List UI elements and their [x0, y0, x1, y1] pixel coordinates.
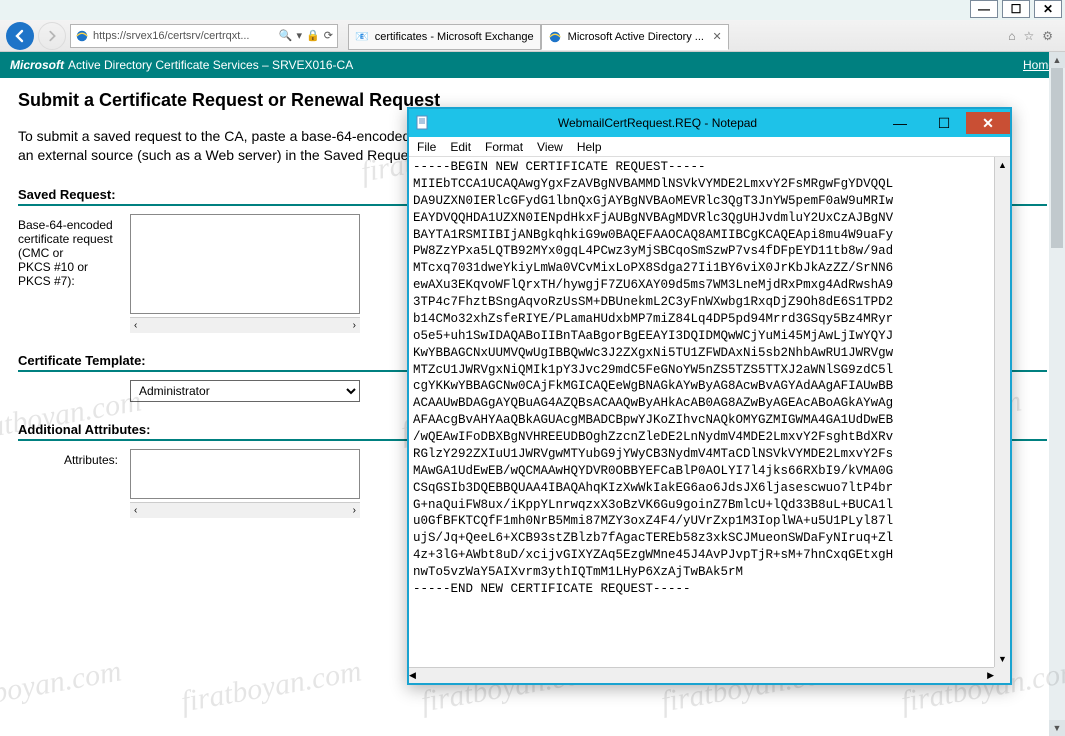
maximize-button[interactable]: ☐ — [1002, 0, 1030, 18]
page-header: Microsoft Active Directory Certificate S… — [0, 52, 1065, 78]
minimize-button[interactable]: — — [970, 0, 998, 18]
attributes-hscroll[interactable]: ‹› — [130, 502, 360, 518]
arrow-left-icon — [12, 28, 28, 44]
dropdown-icon[interactable]: ▾ — [297, 29, 303, 42]
arrow-right-icon — [45, 29, 59, 43]
notepad-maximize-button[interactable]: ☐ — [922, 112, 966, 134]
menu-view[interactable]: View — [537, 140, 563, 154]
notepad-titlebar[interactable]: WebmailCertRequest.REQ - Notepad — ☐ ✕ — [409, 109, 1010, 137]
attributes-label: Attributes: — [18, 449, 118, 467]
tab-exchange[interactable]: 📧 certificates - Microsoft Exchange — [348, 24, 541, 50]
menu-edit[interactable]: Edit — [450, 140, 471, 154]
notepad-body: -----BEGIN NEW CERTIFICATE REQUEST----- … — [409, 157, 1010, 683]
notepad-menu: File Edit Format View Help — [409, 137, 1010, 157]
tab-adcs[interactable]: Microsoft Active Directory ... ✕ — [541, 24, 729, 50]
notepad-text[interactable]: -----BEGIN NEW CERTIFICATE REQUEST----- … — [409, 157, 994, 667]
refresh-icon[interactable]: ⟳ — [324, 29, 333, 42]
scroll-down-icon[interactable]: ▼ — [1049, 720, 1065, 736]
menu-file[interactable]: File — [417, 140, 436, 154]
saved-request-hscroll[interactable]: ‹› — [130, 317, 360, 333]
browser-tools: ⌂ ☆ ⚙ — [1008, 29, 1059, 43]
home-icon[interactable]: ⌂ — [1008, 29, 1015, 43]
search-dropdown-icon[interactable]: 🔍 — [279, 29, 293, 42]
ie-icon — [75, 29, 89, 43]
tab-label: certificates - Microsoft Exchange — [375, 31, 534, 43]
address-bar[interactable]: https://srvex16/certsrv/certrqxt... 🔍 ▾ … — [70, 24, 338, 48]
ie-icon — [548, 30, 562, 44]
scroll-right-icon[interactable]: ▶ — [987, 670, 994, 681]
notepad-minimize-button[interactable]: — — [878, 112, 922, 134]
scroll-up-icon[interactable]: ▲ — [995, 157, 1010, 173]
attributes-field-wrap: ‹› — [130, 449, 360, 518]
tab-label: Microsoft Active Directory ... — [568, 31, 704, 43]
settings-icon[interactable]: ⚙ — [1042, 29, 1053, 43]
favorites-icon[interactable]: ☆ — [1023, 29, 1034, 43]
notepad-icon — [415, 115, 431, 131]
saved-request-field-wrap: ‹› — [130, 214, 360, 333]
notepad-vscroll[interactable]: ▲ ▼ — [994, 157, 1010, 667]
brand: Microsoft — [10, 58, 64, 72]
tabs: 📧 certificates - Microsoft Exchange Micr… — [348, 22, 1008, 50]
notepad-hscroll[interactable]: ◀ ▶ — [409, 667, 994, 683]
notepad-title: WebmailCertRequest.REQ - Notepad — [437, 116, 878, 130]
scroll-corner — [994, 667, 1010, 683]
url-text: https://srvex16/certsrv/certrqxt... — [93, 30, 250, 42]
tab-icon: 📧 — [355, 30, 369, 43]
window-chrome: — ☐ ✕ — [966, 0, 1062, 18]
scroll-down-icon[interactable]: ▼ — [995, 651, 1010, 667]
scroll-thumb[interactable] — [1051, 68, 1063, 248]
scroll-up-icon[interactable]: ▲ — [1049, 52, 1065, 68]
menu-format[interactable]: Format — [485, 140, 523, 154]
close-button[interactable]: ✕ — [1034, 0, 1062, 18]
tab-close-icon[interactable]: ✕ — [712, 30, 721, 43]
notepad-window: WebmailCertRequest.REQ - Notepad — ☐ ✕ F… — [407, 107, 1012, 685]
menu-help[interactable]: Help — [577, 140, 602, 154]
page-vscroll[interactable]: ▲ ▼ — [1049, 52, 1065, 736]
browser-toolbar: https://srvex16/certsrv/certrqxt... 🔍 ▾ … — [0, 20, 1065, 52]
cert-template-select[interactable]: Administrator — [130, 380, 360, 402]
header-title: Active Directory Certificate Services – … — [68, 58, 353, 72]
forward-button[interactable] — [38, 22, 66, 50]
notepad-close-button[interactable]: ✕ — [966, 112, 1010, 134]
back-button[interactable] — [6, 22, 34, 50]
attributes-textarea[interactable] — [130, 449, 360, 499]
saved-request-desc: Base-64-encoded certificate request (CMC… — [18, 214, 118, 288]
scroll-left-icon[interactable]: ◀ — [409, 670, 416, 681]
saved-request-textarea[interactable] — [130, 214, 360, 314]
